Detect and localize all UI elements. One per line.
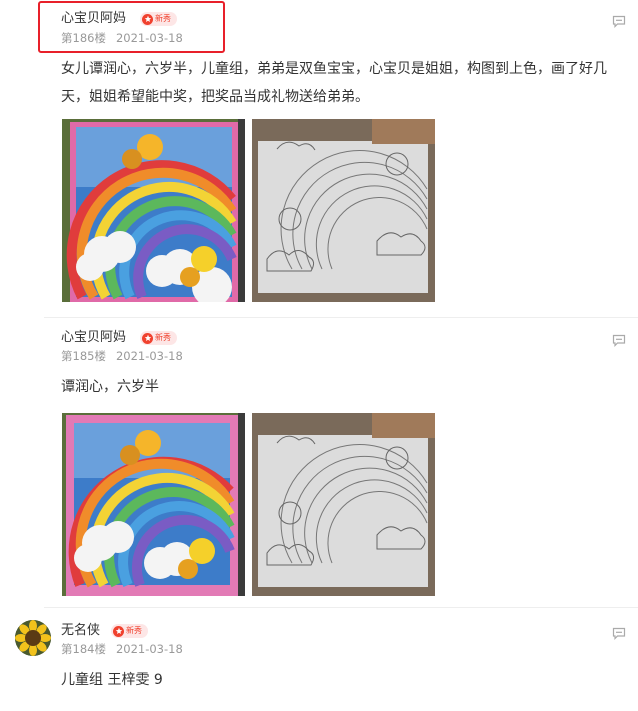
post-floor-186: 心宝贝阿妈 新秀 第186楼 2021-03-18 女儿谭润心，六岁半，儿童组，弟…: [0, 0, 638, 318]
floor-number: 第184楼: [61, 642, 106, 656]
comment-bubble-icon[interactable]: [612, 15, 626, 28]
sunflower-avatar[interactable]: [15, 620, 51, 656]
badge-label: 新秀: [126, 626, 142, 635]
username[interactable]: 心宝贝阿妈: [61, 329, 126, 347]
username[interactable]: 心宝贝阿妈: [61, 10, 126, 28]
post-meta: 第184楼 2021-03-18: [61, 641, 183, 657]
star-badge-icon: [113, 625, 124, 637]
floor-number: 第185楼: [61, 349, 106, 363]
post-text: 谭润心，六岁半: [61, 379, 159, 395]
star-badge-icon: [142, 13, 153, 25]
post-date: 2021-03-18: [115, 31, 183, 45]
post-floor-185: 心宝贝阿妈 新秀 第185楼 2021-03-18 谭润心，六岁半: [0, 318, 638, 606]
post-text: 儿童组 王梓雯 9: [61, 672, 163, 688]
badge-label: 新秀: [155, 14, 171, 23]
username[interactable]: 无名侠: [61, 622, 100, 640]
post-floor-184: 无名侠 新秀 第184楼 2021-03-18 儿童组 王梓雯 9: [0, 608, 638, 711]
post-meta: 第185楼 2021-03-18: [61, 348, 183, 364]
post-date: 2021-03-18: [115, 642, 183, 656]
newbie-badge: 新秀: [111, 624, 148, 638]
badge-label: 新秀: [155, 333, 171, 342]
post-image-colored-drawing[interactable]: [62, 413, 245, 596]
newbie-badge: 新秀: [140, 12, 177, 26]
star-badge-icon: [142, 332, 153, 344]
floor-number: 第186楼: [61, 31, 106, 45]
post-image-pencil-sketch[interactable]: [252, 119, 435, 302]
post-meta: 第186楼 2021-03-18: [61, 30, 183, 46]
comment-bubble-icon[interactable]: [612, 334, 626, 347]
post-text: 女儿谭润心，六岁半，儿童组，弟弟是双鱼宝宝，心宝贝是姐姐，构图到上色，画了好几天…: [61, 61, 607, 105]
post-image-colored-drawing[interactable]: [62, 119, 245, 302]
post-image-pencil-sketch[interactable]: [252, 413, 435, 596]
post-date: 2021-03-18: [115, 349, 183, 363]
comment-bubble-icon[interactable]: [612, 627, 626, 640]
newbie-badge: 新秀: [140, 331, 177, 345]
